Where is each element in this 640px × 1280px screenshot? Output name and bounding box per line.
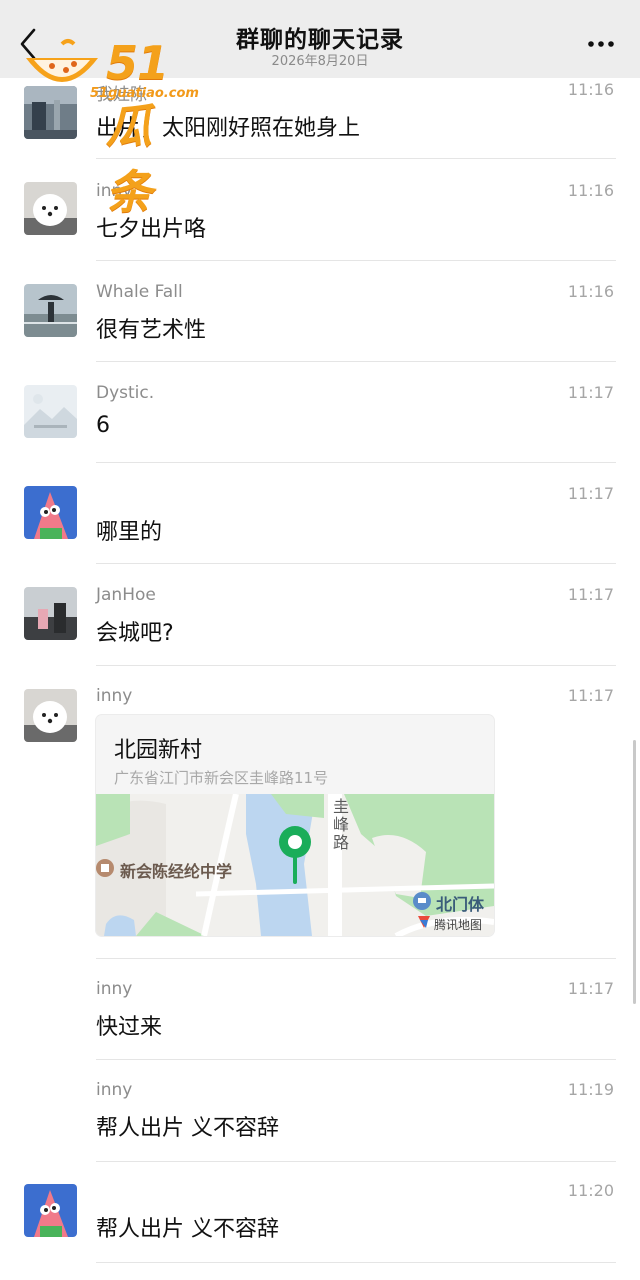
map-brand-label: 腾讯地图 [434,918,483,932]
message-time: 11:17 [567,585,614,604]
message-divider [96,665,616,666]
message-time: 11:16 [567,282,614,301]
map-poi-label: 北门体 [436,895,485,914]
message-divider [96,1161,616,1162]
message-divider [96,361,616,362]
location-card[interactable]: 北园新村 广东省江门市新会区圭峰路11号 新会陈经纶中学 圭峰路 北门体 腾讯地… [96,715,494,936]
location-address: 广东省江门市新会区圭峰路11号 [114,769,329,787]
message-divider [96,958,616,959]
message-divider [96,462,616,463]
sender-name: JanHoe [96,585,156,605]
message-time: 11:17 [567,383,614,402]
watermark-brand: 51瓜条 [106,36,169,219]
avatar[interactable] [24,587,77,640]
avatar[interactable] [24,486,77,539]
message-divider [96,158,616,159]
sender-name: inny [96,979,133,999]
message-time: 11:19 [567,1080,614,1099]
message-time: 11:17 [567,979,614,998]
avatar[interactable] [24,689,77,742]
avatar[interactable] [24,1184,77,1237]
location-title: 北园新村 [114,738,203,763]
message-text: 很有艺术性 [96,318,207,343]
sender-name: inny [96,1080,133,1100]
scrollbar[interactable] [633,740,636,1004]
message-time: 11:16 [567,181,614,200]
message-divider [96,260,616,261]
message-text: 6 [96,413,110,438]
sender-name: inny [96,686,133,706]
message-time: 11:17 [567,484,614,503]
watermark-url: 51guatiao.com [90,86,199,101]
map-road-label: 圭峰路 [333,797,350,852]
more-dots-icon [588,41,614,47]
avatar[interactable] [24,182,77,235]
sender-name: Dystic. [96,383,155,403]
message-divider [96,563,616,564]
avatar[interactable] [24,284,77,337]
message-time: 11:16 [567,80,614,99]
message-time: 11:20 [567,1181,614,1200]
message-text: 帮人出片 义不容辞 [96,1116,279,1141]
sender-name: Whale Fall [96,282,183,302]
message-text: 哪里的 [96,520,163,545]
avatar[interactable] [24,385,77,438]
map-poi-label: 新会陈经纶中学 [120,862,233,881]
message-text: 会城吧? [96,621,174,646]
message-divider [96,1059,616,1060]
location-map[interactable]: 新会陈经纶中学 圭峰路 北门体 腾讯地图 [96,793,494,936]
message-text: 快过来 [96,1015,163,1040]
more-button[interactable] [586,30,616,54]
message-text: 帮人出片 义不容辞 [96,1217,279,1242]
message-divider [96,1262,616,1263]
message-time: 11:17 [567,686,614,705]
